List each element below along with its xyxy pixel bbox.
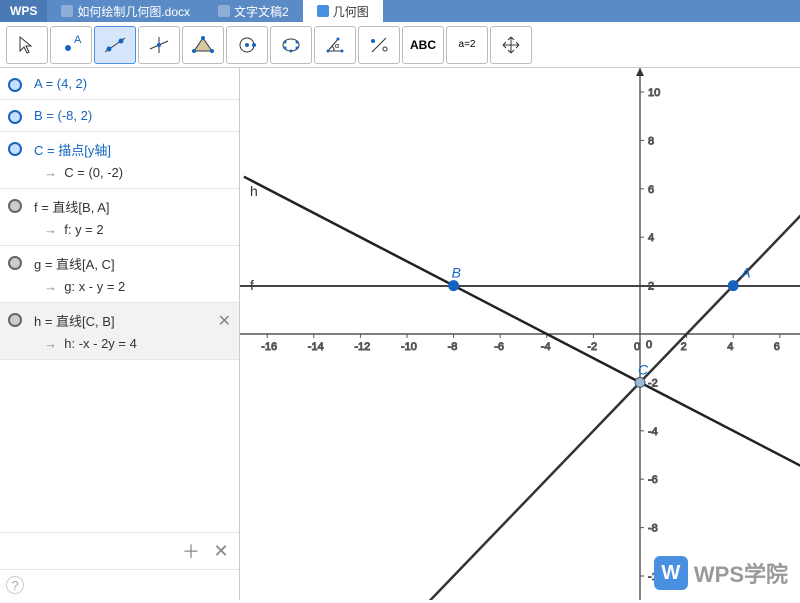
watermark-text: WPS学院 xyxy=(694,557,788,589)
tool-angle[interactable]: α xyxy=(314,26,356,64)
svg-text:0: 0 xyxy=(634,341,640,353)
tool-slider[interactable]: a=2 xyxy=(446,26,488,64)
svg-text:-10: -10 xyxy=(401,341,417,353)
svg-text:10: 10 xyxy=(648,87,660,99)
visibility-toggle[interactable] xyxy=(8,313,22,327)
main-area: A = (4, 2) B = (-8, 2) C = 描点[y轴]→ C = (… xyxy=(0,68,800,600)
line-label-h: h xyxy=(250,183,258,199)
point-C[interactable] xyxy=(635,377,645,387)
line-h[interactable] xyxy=(244,177,800,467)
tab-geometry[interactable]: 几何图 xyxy=(303,0,383,22)
coordinate-plane[interactable]: -16-14-12-10-8-6-4-20246-10-8-6-4-224681… xyxy=(240,68,800,600)
svg-text:0: 0 xyxy=(646,339,652,351)
svg-text:4: 4 xyxy=(727,341,733,353)
graph-view[interactable]: -16-14-12-10-8-6-4-20246-10-8-6-4-224681… xyxy=(240,68,800,600)
add-button[interactable]: ＋ xyxy=(179,539,203,563)
line-label-f: f xyxy=(250,277,254,293)
svg-text:8: 8 xyxy=(648,135,654,147)
app-logo: WPS xyxy=(0,0,47,22)
tab-label: 几何图 xyxy=(333,3,369,20)
svg-text:-6: -6 xyxy=(494,341,504,353)
visibility-toggle[interactable] xyxy=(8,110,22,124)
close-icon[interactable]: ✕ xyxy=(218,311,231,331)
entry-def: C = 描点[y轴] xyxy=(34,143,111,158)
entry-val: h: -x - 2y = 4 xyxy=(64,336,137,351)
svg-text:-6: -6 xyxy=(648,474,658,486)
svg-text:A: A xyxy=(74,35,82,46)
tab-bar: WPS 如何绘制几何图.docx 文字文稿2 几何图 xyxy=(0,0,800,22)
svg-text:6: 6 xyxy=(648,184,654,196)
point-label-B: B xyxy=(452,265,461,281)
tab-doc-2[interactable]: 文字文稿2 xyxy=(204,0,303,22)
tool-circle[interactable] xyxy=(226,26,268,64)
help-row[interactable]: ? xyxy=(0,569,239,600)
visibility-toggle[interactable] xyxy=(8,142,22,156)
svg-text:-12: -12 xyxy=(354,341,370,353)
svg-text:α: α xyxy=(335,43,339,50)
tool-reflect[interactable] xyxy=(358,26,400,64)
tool-move[interactable] xyxy=(6,26,48,64)
doc-icon xyxy=(61,5,73,17)
svg-text:-4: -4 xyxy=(648,426,658,438)
entry-def: A = (4, 2) xyxy=(34,76,87,91)
tab-doc-1[interactable]: 如何绘制几何图.docx xyxy=(47,0,204,22)
sidebar-footer: ＋ ✕ xyxy=(0,532,239,569)
svg-text:-16: -16 xyxy=(261,341,277,353)
tool-line[interactable] xyxy=(94,26,136,64)
entry-def: g = 直线[A, C] xyxy=(34,257,115,272)
app-logo-text: WPS xyxy=(10,4,37,18)
svg-text:2: 2 xyxy=(681,341,687,353)
algebra-entry-g[interactable]: g = 直线[A, C]→ g: x - y = 2 xyxy=(0,246,239,303)
point-A[interactable] xyxy=(728,281,738,291)
svg-text:-14: -14 xyxy=(308,341,324,353)
tool-conic[interactable] xyxy=(270,26,312,64)
entry-def: B = (-8, 2) xyxy=(34,108,92,123)
svg-text:-2: -2 xyxy=(587,341,597,353)
close-button[interactable]: ✕ xyxy=(209,539,233,563)
svg-text:6: 6 xyxy=(774,341,780,353)
algebra-sidebar: A = (4, 2) B = (-8, 2) C = 描点[y轴]→ C = (… xyxy=(0,68,240,600)
entry-val: f: y = 2 xyxy=(64,222,103,237)
watermark-logo-icon: W xyxy=(654,556,688,590)
algebra-entry-h[interactable]: h = 直线[C, B]✕→ h: -x - 2y = 4 xyxy=(0,303,239,360)
point-label-A: A xyxy=(740,265,750,281)
entry-def: h = 直线[C, B] xyxy=(34,314,115,329)
tool-text[interactable]: ABC xyxy=(402,26,444,64)
tool-polygon[interactable] xyxy=(182,26,224,64)
algebra-entry-f[interactable]: f = 直线[B, A]→ f: y = 2 xyxy=(0,189,239,246)
algebra-entry-a[interactable]: A = (4, 2) xyxy=(0,68,239,100)
tool-perpendicular[interactable] xyxy=(138,26,180,64)
watermark: W WPS学院 xyxy=(654,556,788,590)
svg-text:-8: -8 xyxy=(648,523,658,535)
entry-def: f = 直线[B, A] xyxy=(34,200,110,215)
visibility-toggle[interactable] xyxy=(8,199,22,213)
svg-text:-4: -4 xyxy=(541,341,551,353)
entry-val: C = (0, -2) xyxy=(64,165,123,180)
algebra-list: A = (4, 2) B = (-8, 2) C = 描点[y轴]→ C = (… xyxy=(0,68,239,532)
tool-drag[interactable] xyxy=(490,26,532,64)
point-label-C: C xyxy=(638,361,649,377)
help-icon[interactable]: ? xyxy=(6,576,24,594)
svg-text:-8: -8 xyxy=(448,341,458,353)
doc-icon xyxy=(317,5,329,17)
tool-point[interactable]: A xyxy=(50,26,92,64)
tab-label: 如何绘制几何图.docx xyxy=(77,3,190,20)
visibility-toggle[interactable] xyxy=(8,256,22,270)
algebra-entry-b[interactable]: B = (-8, 2) xyxy=(0,100,239,132)
doc-icon xyxy=(218,5,230,17)
svg-text:4: 4 xyxy=(648,232,654,244)
entry-val: g: x - y = 2 xyxy=(64,279,125,294)
toolbar: A α ABC a=2 xyxy=(0,22,800,68)
tab-label: 文字文稿2 xyxy=(234,3,289,20)
point-B[interactable] xyxy=(449,281,459,291)
algebra-entry-c[interactable]: C = 描点[y轴]→ C = (0, -2) xyxy=(0,132,239,189)
visibility-toggle[interactable] xyxy=(8,78,22,92)
